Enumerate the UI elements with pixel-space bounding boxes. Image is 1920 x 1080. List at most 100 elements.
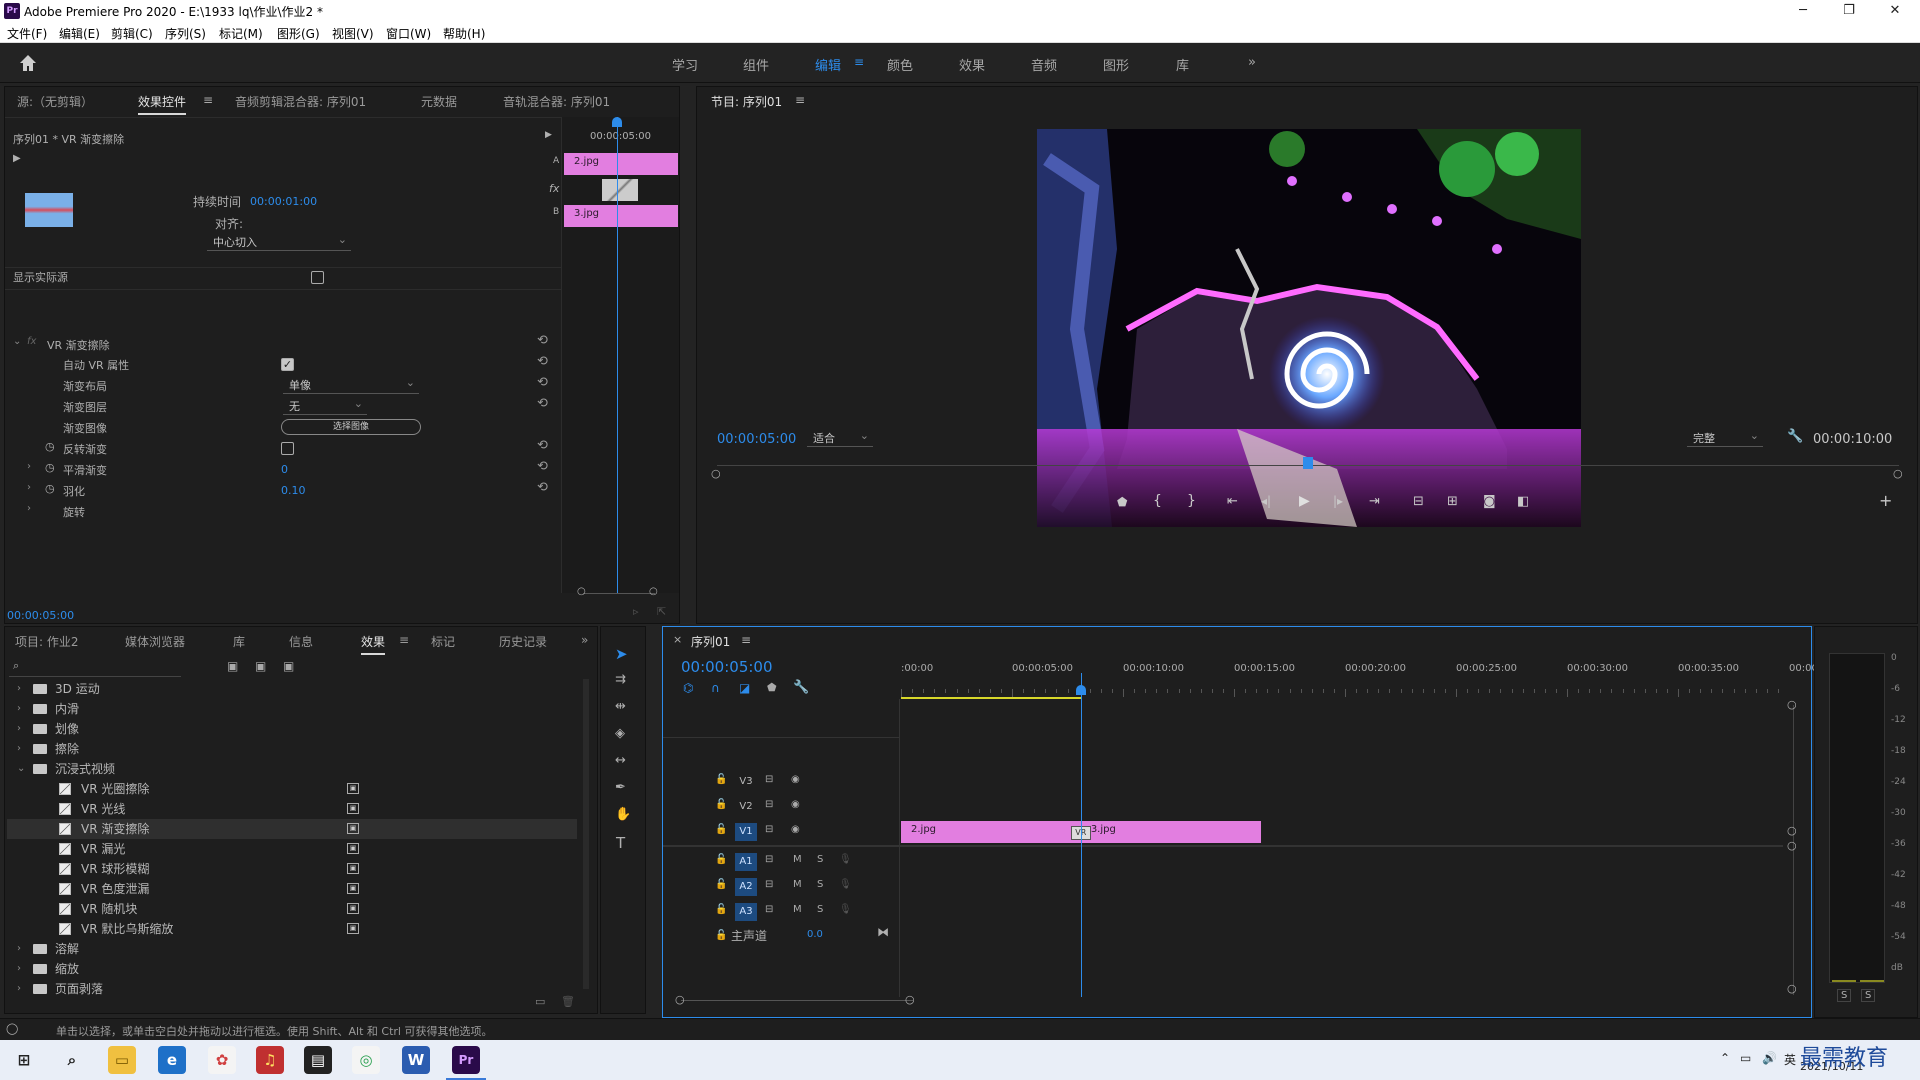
menu-clip[interactable]: 剪辑(C) xyxy=(111,25,153,42)
track-a1[interactable]: A1 xyxy=(735,853,757,871)
selection-tool-icon[interactable]: ➤ xyxy=(615,645,628,663)
vscroll-mid-handle[interactable]: ○ xyxy=(1787,824,1797,837)
mini-timeline-playhead[interactable] xyxy=(617,117,618,593)
menu-help[interactable]: 帮助(H) xyxy=(443,25,485,42)
mute-a2-button[interactable]: M xyxy=(793,879,802,890)
effect-item[interactable]: VR 默比乌斯缩放 ▣ xyxy=(7,919,577,939)
hscroll-left-handle[interactable]: ○ xyxy=(675,993,685,1006)
param-invert-gradient-checkbox[interactable] xyxy=(281,442,294,455)
tab-audio-track-mixer[interactable]: 音轨混合器: 序列01 xyxy=(503,93,610,110)
tab-metadata[interactable]: 元数据 xyxy=(421,93,457,110)
lock-v3-icon[interactable]: 🔓 xyxy=(715,774,727,785)
lock-a1-icon[interactable]: 🔓 xyxy=(715,854,727,865)
accelerated-effects-icon[interactable]: ▣ xyxy=(227,659,238,673)
effect-folder[interactable]: › 缩放 xyxy=(7,959,577,979)
timeline-marker-icon[interactable]: ⬟ xyxy=(767,681,777,694)
app-icon[interactable]: ♫ xyxy=(256,1046,284,1074)
effect-item[interactable]: VR 随机块 ▣ xyxy=(7,899,577,919)
track-v1[interactable]: V1 xyxy=(735,823,757,841)
chevron-right-icon[interactable]: › xyxy=(17,959,21,979)
eye-v1-icon[interactable]: ◉ xyxy=(791,824,800,835)
effect-item[interactable]: VR 球形模糊 ▣ xyxy=(7,859,577,879)
vscroll-bottom-handle[interactable]: ○ xyxy=(1787,982,1797,995)
mic-a3-icon[interactable]: 🎙 xyxy=(839,904,852,915)
tab-menu-icon[interactable]: ≡ xyxy=(203,93,213,107)
work-area-bar[interactable] xyxy=(901,697,1081,699)
master-volume-value[interactable]: 0.0 xyxy=(807,929,823,940)
go-to-out-icon[interactable]: ⇥ xyxy=(1369,494,1380,509)
workspace-graphics[interactable]: 图形 xyxy=(1103,55,1129,74)
chevron-down-icon[interactable]: ⌄ xyxy=(17,759,25,779)
go-to-in-icon[interactable]: ⇤ xyxy=(1227,494,1238,509)
tray-chevron-icon[interactable]: ⌃ xyxy=(1720,1051,1730,1065)
app-icon[interactable]: ✿ xyxy=(208,1046,236,1074)
mini-timeline-scrollbar[interactable] xyxy=(583,593,655,594)
track-v2[interactable]: V2 xyxy=(735,798,757,816)
pen-tool-icon[interactable]: ✒ xyxy=(615,780,626,795)
home-icon[interactable] xyxy=(18,53,38,73)
word-icon[interactable]: W xyxy=(402,1046,430,1074)
master-expand-icon[interactable]: ⧓ xyxy=(877,925,889,939)
menu-edit[interactable]: 编辑(E) xyxy=(59,25,100,42)
show-actual-source-checkbox[interactable] xyxy=(311,271,324,284)
reset-auto-vr-icon[interactable]: ⟲ xyxy=(537,354,548,369)
program-monitor-title[interactable]: 节目: 序列01 xyxy=(711,93,782,110)
chevron-right-icon[interactable]: › xyxy=(17,979,21,999)
program-current-time[interactable]: 00:00:05:00 xyxy=(717,432,796,447)
sync-v1-icon[interactable]: ⊟ xyxy=(765,824,773,835)
delete-icon[interactable]: 🗑 xyxy=(561,995,575,1008)
tab-effect-controls[interactable]: 效果控件 xyxy=(138,93,187,115)
effect-item[interactable]: VR 光圈擦除 ▣ xyxy=(7,779,577,799)
workspace-more-icon[interactable]: » xyxy=(1248,55,1256,70)
scroll-handle-right[interactable]: ○ xyxy=(649,586,658,597)
mute-a3-button[interactable]: M xyxy=(793,904,802,915)
param-gradient-layout-dropdown[interactable]: 单像 xyxy=(283,375,419,394)
windows-start-icon[interactable]: ⊞ xyxy=(10,1046,38,1074)
workspace-editing[interactable]: 编辑 xyxy=(815,55,841,74)
fit-dropdown[interactable]: 适合 xyxy=(807,428,873,447)
expand-arrow-icon[interactable]: ▶ xyxy=(545,130,552,140)
effect-folder[interactable]: ⌄ 沉浸式视频 xyxy=(7,759,577,779)
solo-a3-button[interactable]: S xyxy=(817,904,823,915)
workspace-color[interactable]: 颜色 xyxy=(887,55,913,74)
yuv-effects-icon[interactable]: ▣ xyxy=(283,659,294,673)
stopwatch-icon[interactable]: ◷ xyxy=(45,440,55,453)
timeline-ruler[interactable]: :00:00 00:00:05:00 00:00:10:00 00:00:15:00 0… xyxy=(901,663,1818,699)
chevron-right-icon[interactable]: › xyxy=(17,699,21,719)
stopwatch-icon[interactable]: ◷ xyxy=(45,482,55,495)
tab-markers[interactable]: 标记 xyxy=(431,633,455,650)
effect-controls-time[interactable]: 00:00:05:00 xyxy=(7,609,74,622)
effect-folder[interactable]: › 3D 运动 xyxy=(7,679,577,699)
transition-block[interactable] xyxy=(602,179,638,201)
collapse-chevron-icon[interactable]: ⌄ xyxy=(13,336,21,347)
expand-feather-chevron-icon[interactable]: › xyxy=(27,482,31,493)
mic-a1-icon[interactable]: 🎙 xyxy=(839,854,852,865)
effect-item[interactable]: VR 漏光 ▣ xyxy=(7,839,577,859)
file-explorer-icon[interactable]: ▭ xyxy=(108,1046,136,1074)
premiere-taskbar-icon[interactable]: Pr xyxy=(452,1046,480,1074)
step-back-icon[interactable]: ◂| xyxy=(1261,494,1271,508)
workspace-effects[interactable]: 效果 xyxy=(959,55,985,74)
comparison-view-icon[interactable]: ◧ xyxy=(1517,494,1529,509)
tab-media-browser[interactable]: 媒体浏览器 xyxy=(125,633,185,650)
nest-icon[interactable]: ⌬ xyxy=(683,681,693,695)
export-frame-icon[interactable]: ◙ xyxy=(1483,494,1496,509)
sync-a3-icon[interactable]: ⊟ xyxy=(765,904,773,915)
effects-scrollbar[interactable] xyxy=(583,679,589,989)
tabs-overflow-icon[interactable]: » xyxy=(581,633,588,647)
align-dropdown[interactable]: 中心切入 xyxy=(207,232,351,251)
filter-icon[interactable]: ▹ xyxy=(633,605,639,618)
effect-item[interactable]: VR 色度泄漏 ▣ xyxy=(7,879,577,899)
effect-item[interactable]: VR 光线 ▣ xyxy=(7,799,577,819)
clip-b[interactable]: 3.jpg xyxy=(564,205,678,227)
expand-smooth-chevron-icon[interactable]: › xyxy=(27,461,31,472)
effect-folder[interactable]: › 内滑 xyxy=(7,699,577,719)
new-bin-icon[interactable]: ▭ xyxy=(535,995,545,1008)
workspace-learn[interactable]: 学习 xyxy=(672,55,698,74)
scrub-start-handle[interactable]: ○ xyxy=(711,467,721,480)
menu-marker[interactable]: 标记(M) xyxy=(219,25,263,42)
effect-folder[interactable]: › 划像 xyxy=(7,719,577,739)
quality-dropdown[interactable]: 完整 xyxy=(1687,428,1763,447)
mute-a1-button[interactable]: M xyxy=(793,854,802,865)
hscroll-right-handle[interactable]: ○ xyxy=(905,993,915,1006)
